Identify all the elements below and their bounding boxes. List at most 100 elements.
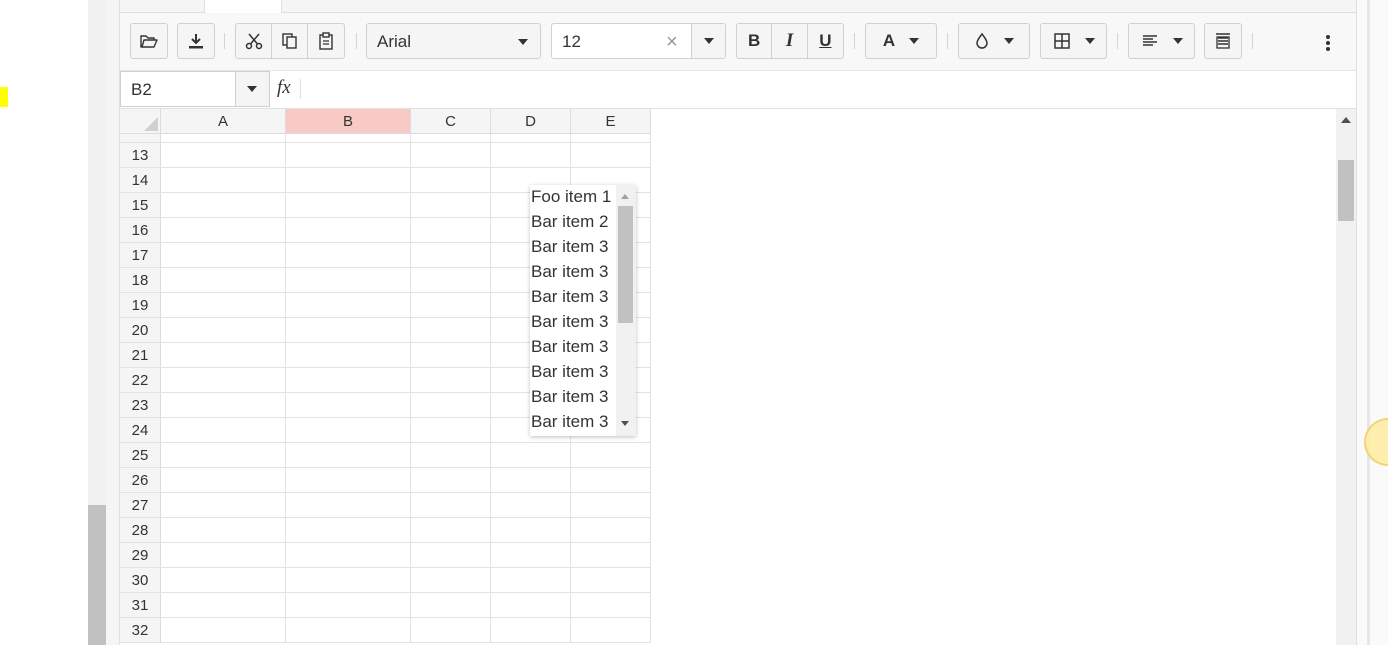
row-header[interactable]: 23 [120, 393, 161, 418]
row-header[interactable]: 18 [120, 268, 161, 293]
row-header[interactable]: 29 [120, 543, 161, 568]
grid-cell[interactable] [571, 468, 651, 493]
grid-cell[interactable] [571, 518, 651, 543]
dropdown-scrollbar[interactable] [616, 185, 636, 436]
name-box-dropdown[interactable] [235, 72, 269, 106]
grid-cell[interactable] [491, 618, 571, 643]
font-size-combobox[interactable]: 12 × [551, 23, 726, 59]
row-header[interactable]: 14 [120, 168, 161, 193]
row-header[interactable]: 30 [120, 568, 161, 593]
grid-cell[interactable] [571, 134, 651, 143]
grid-cell[interactable] [161, 418, 286, 443]
grid-cell[interactable] [161, 593, 286, 618]
grid-cell[interactable] [286, 168, 411, 193]
grid-cell[interactable] [571, 568, 651, 593]
grid-cell[interactable] [286, 418, 411, 443]
cut-button[interactable] [236, 24, 272, 58]
grid-cell[interactable] [286, 143, 411, 168]
column-header-c[interactable]: C [411, 109, 491, 134]
grid-cell[interactable] [571, 593, 651, 618]
row-header[interactable]: 24 [120, 418, 161, 443]
dropdown-option[interactable]: Bar item 3 [531, 359, 608, 384]
row-header[interactable]: 28 [120, 518, 161, 543]
row-header[interactable]: 32 [120, 618, 161, 643]
grid-cell[interactable] [571, 493, 651, 518]
grid-cell[interactable] [491, 543, 571, 568]
grid-cell[interactable] [411, 218, 491, 243]
fill-color-button[interactable] [958, 23, 1030, 59]
sheet-scroll-thumb[interactable] [1338, 160, 1354, 221]
grid-cell[interactable] [286, 293, 411, 318]
grid-cell[interactable] [571, 618, 651, 643]
font-size-dropdown-button[interactable] [691, 24, 725, 58]
grid-cell[interactable] [161, 343, 286, 368]
grid-cell[interactable] [286, 618, 411, 643]
data-validation-dropdown[interactable]: Bar item 3 Bar item 3 Bar item 3 Bar item 3… [530, 185, 636, 436]
grid-cell[interactable] [411, 493, 491, 518]
grid-cell[interactable] [286, 568, 411, 593]
grid-cell[interactable] [571, 543, 651, 568]
grid-cell[interactable] [161, 493, 286, 518]
grid-cell[interactable] [491, 134, 571, 143]
grid-cell[interactable] [411, 418, 491, 443]
row-header[interactable]: 13 [120, 143, 161, 168]
grid-cell[interactable] [161, 193, 286, 218]
grid-cell[interactable] [411, 318, 491, 343]
grid-cell[interactable] [286, 493, 411, 518]
grid-cell[interactable] [411, 193, 491, 218]
grid-cell[interactable] [491, 593, 571, 618]
grid-cell[interactable] [411, 443, 491, 468]
row-header[interactable]: 25 [120, 443, 161, 468]
grid-cell[interactable] [161, 543, 286, 568]
grid-cell[interactable] [286, 468, 411, 493]
dropdown-option[interactable]: Bar item 3 [531, 309, 608, 334]
row-header[interactable]: 26 [120, 468, 161, 493]
tab-active[interactable] [204, 0, 282, 13]
row-header[interactable] [120, 134, 161, 143]
grid-cell[interactable] [411, 343, 491, 368]
grid-cell[interactable] [411, 393, 491, 418]
grid-cell[interactable] [286, 343, 411, 368]
dropdown-option[interactable]: Bar item 2 [531, 209, 608, 234]
grid-cell[interactable] [571, 443, 651, 468]
dropdown-option[interactable]: Bar item 3 [531, 334, 608, 359]
grid-cell[interactable] [161, 468, 286, 493]
grid-cell[interactable] [411, 568, 491, 593]
grid-cell[interactable] [571, 143, 651, 168]
grid-cell[interactable] [286, 268, 411, 293]
grid-cell[interactable] [411, 134, 491, 143]
italic-button[interactable]: I [772, 24, 808, 58]
scroll-up-icon[interactable] [1341, 117, 1351, 123]
row-header[interactable]: 21 [120, 343, 161, 368]
download-button[interactable] [177, 23, 215, 59]
dropdown-option[interactable]: Bar item 3 [531, 234, 608, 259]
font-family-select[interactable]: Arial [366, 23, 541, 59]
open-button[interactable] [130, 23, 168, 59]
grid-cell[interactable] [411, 268, 491, 293]
grid-cell[interactable] [286, 218, 411, 243]
grid-cell[interactable] [286, 393, 411, 418]
dropdown-scroll-thumb[interactable] [618, 206, 633, 323]
font-color-button[interactable]: A [865, 23, 937, 59]
scroll-up-icon[interactable] [621, 194, 629, 199]
grid-cell[interactable] [491, 443, 571, 468]
grid-cell[interactable] [286, 134, 411, 143]
grid-cell[interactable] [411, 243, 491, 268]
column-header-e[interactable]: E [571, 109, 651, 134]
grid-cell[interactable] [286, 543, 411, 568]
align-button[interactable] [1128, 23, 1195, 59]
row-header[interactable]: 20 [120, 318, 161, 343]
grid-cell[interactable] [161, 243, 286, 268]
grid-cell[interactable] [161, 443, 286, 468]
grid-cell[interactable] [161, 268, 286, 293]
page-scrollbar-thumb[interactable] [88, 505, 106, 645]
grid-cell[interactable] [161, 168, 286, 193]
grid-cell[interactable] [161, 143, 286, 168]
grid-cell[interactable] [286, 518, 411, 543]
row-header[interactable]: 27 [120, 493, 161, 518]
grid-cell[interactable] [286, 593, 411, 618]
grid-cell[interactable] [161, 393, 286, 418]
grid-cell[interactable] [286, 193, 411, 218]
grid-cell[interactable] [491, 493, 571, 518]
grid-cell[interactable] [411, 468, 491, 493]
